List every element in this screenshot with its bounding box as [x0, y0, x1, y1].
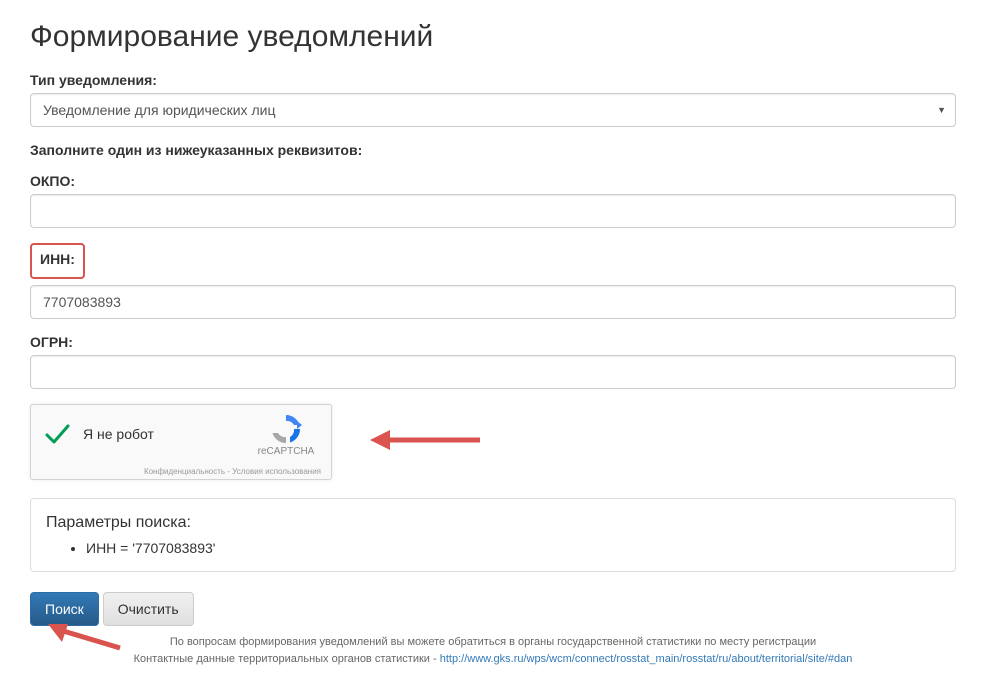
- inn-group: ИНН:: [30, 243, 956, 319]
- footer-line2-prefix: Контактные данные территориальных органо…: [134, 653, 440, 665]
- clear-button[interactable]: Очистить: [103, 592, 194, 626]
- footer-link[interactable]: http://www.gks.ru/wps/wcm/connect/rossta…: [440, 653, 853, 665]
- okpo-group: ОКПО:: [30, 173, 956, 228]
- footer-line1: По вопросам формирования уведомлений вы …: [170, 636, 816, 648]
- recaptcha-checkmark-icon: [43, 420, 71, 448]
- fill-instruction: Заполните один из нижеуказанных реквизит…: [30, 142, 956, 158]
- recaptcha-logo: reCAPTCHA: [251, 413, 321, 457]
- search-params-title: Параметры поиска:: [46, 514, 940, 532]
- ogrn-label: ОГРН:: [30, 334, 956, 350]
- button-row: Поиск Очистить: [30, 592, 956, 626]
- search-button[interactable]: Поиск: [30, 592, 99, 626]
- arrow-annotation-recaptcha: [370, 420, 490, 460]
- notification-type-select[interactable]: Уведомление для юридических лиц: [30, 93, 956, 127]
- footer-text: По вопросам формирования уведомлений вы …: [30, 634, 956, 667]
- page-title: Формирование уведомлений: [30, 20, 956, 54]
- recaptcha-widget[interactable]: Я не робот reCAPTCHA Конфиденциальность …: [30, 404, 332, 480]
- inn-input[interactable]: [30, 285, 956, 319]
- okpo-input[interactable]: [30, 194, 956, 228]
- search-params-panel: Параметры поиска: ИНН = '7707083893': [30, 498, 956, 572]
- search-params-item: ИНН = '7707083893': [86, 540, 940, 556]
- recaptcha-label: Я не робот: [83, 426, 154, 442]
- notification-type-group: Тип уведомления: Уведомление для юридиче…: [30, 72, 956, 127]
- recaptcha-logo-icon: [270, 413, 302, 445]
- recaptcha-footer-links[interactable]: Конфиденциальность - Условия использован…: [144, 467, 331, 476]
- inn-highlight-box: ИНН:: [30, 243, 85, 279]
- ogrn-input[interactable]: [30, 355, 956, 389]
- fill-instruction-label: Заполните один из нижеуказанных реквизит…: [30, 142, 956, 158]
- inn-label: ИНН:: [40, 251, 75, 267]
- recaptcha-brand-text: reCAPTCHA: [251, 446, 321, 457]
- notification-type-label: Тип уведомления:: [30, 72, 956, 88]
- ogrn-group: ОГРН:: [30, 334, 956, 389]
- okpo-label: ОКПО:: [30, 173, 956, 189]
